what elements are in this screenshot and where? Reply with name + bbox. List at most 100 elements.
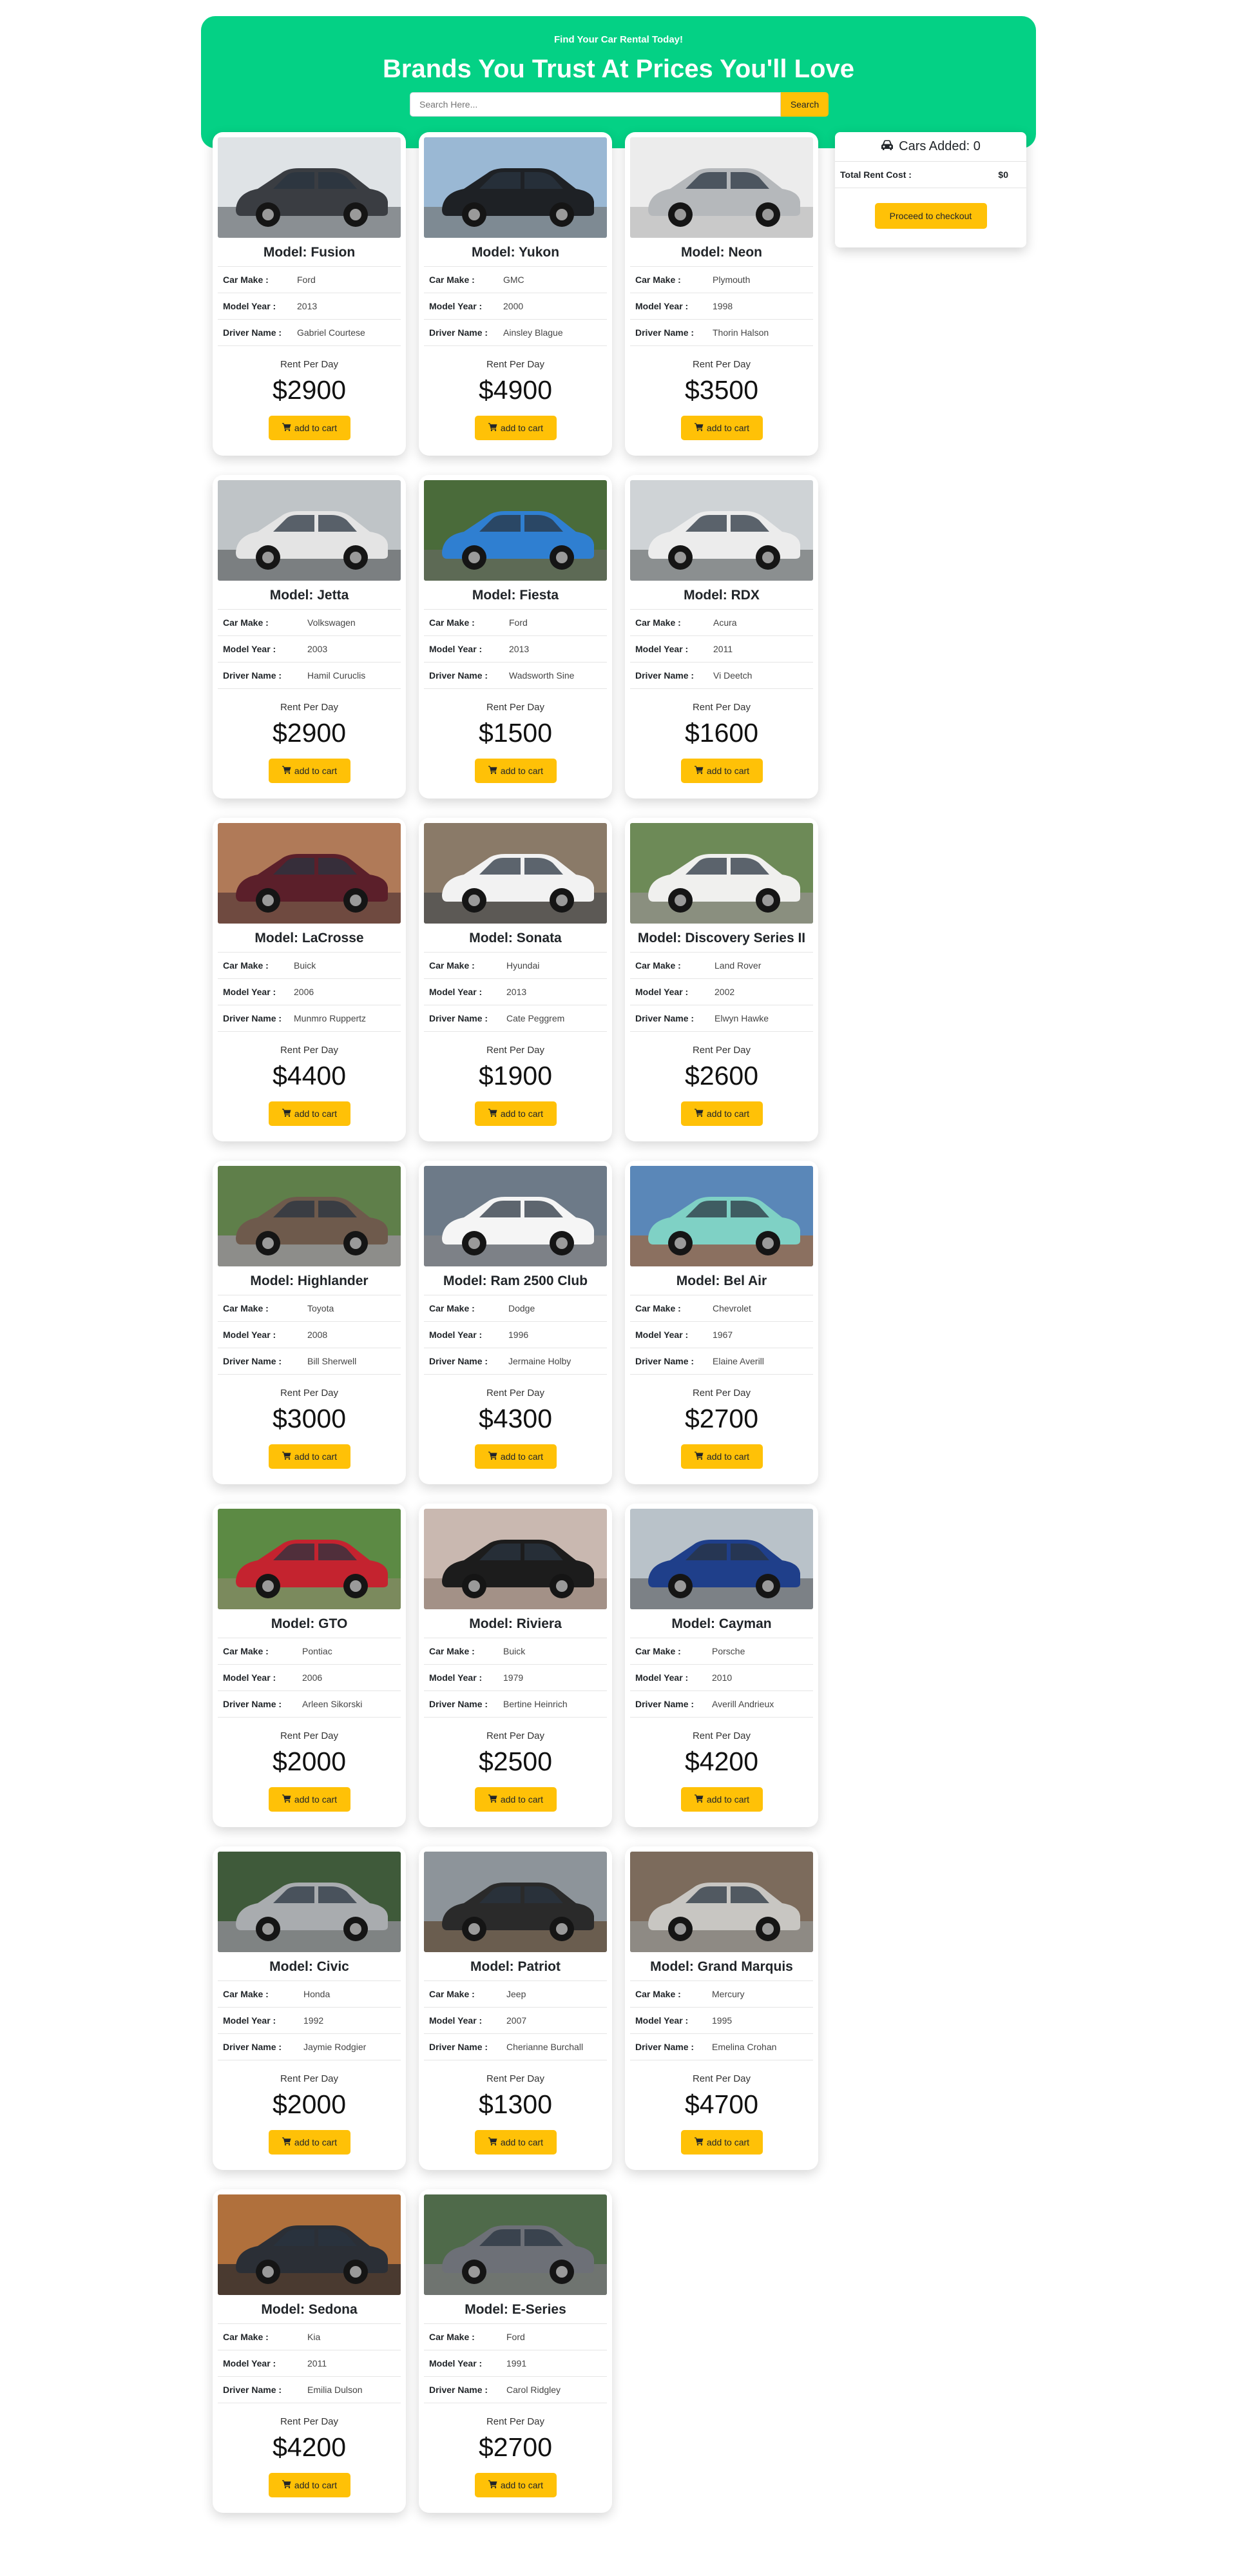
model-year-label: Model Year : [429,2015,483,2026]
car-model-title: Model: Bel Air [676,1273,767,1288]
add-to-cart-button[interactable]: add to cart [475,2473,557,2497]
spec-row-driver: Driver Name : Emelina Crohan [630,2034,813,2060]
cart-summary: Cars Added: 0 Total Rent Cost : $0 Proce… [835,132,1026,247]
car-card: Model: GTO Car Make : Pontiac Model Year : 2… [213,1504,406,1827]
add-to-cart-button[interactable]: add to cart [681,1101,763,1126]
driver-name-label: Driver Name : [635,1013,695,1023]
car-make-value: Kia [307,2332,321,2342]
car-specs: Car Make : Ford Model Year : 2013 Driver Nam… [218,266,401,346]
model-year-label: Model Year : [429,1672,483,1683]
spec-row-driver: Driver Name : Carol Ridgley [424,2377,607,2403]
driver-name-value: Thorin Halson [713,327,769,338]
car-specs: Car Make : Hyundai Model Year : 2013 Driver … [424,952,607,1032]
car-photo-svg [218,1852,401,1952]
rent-price: $4200 [684,1747,758,1776]
rent-per-day-label: Rent Per Day [486,1730,545,1741]
car-card: Model: Fusion Car Make : Ford Model Year : 2… [213,132,406,456]
add-to-cart-button[interactable]: add to cart [681,2130,763,2155]
add-to-cart-button[interactable]: add to cart [475,1787,557,1812]
spec-row-year: Model Year : 2002 [630,979,813,1005]
car-photo [218,137,401,238]
add-to-cart-button[interactable]: add to cart [269,759,350,783]
spec-row-driver: Driver Name : Cate Peggrem [424,1005,607,1032]
car-make-label: Car Make : [223,1989,269,1999]
model-year-value: 1967 [713,1330,733,1340]
car-card: Model: Patriot Car Make : Jeep Model Year :… [419,1846,612,2170]
spec-row-year: Model Year : 1995 [630,2008,813,2034]
total-rent-label: Total Rent Cost : [840,169,912,180]
driver-name-value: Hamil Curuclis [307,670,366,681]
driver-name-value: Vi Deetch [713,670,753,681]
add-to-cart-button[interactable]: add to cart [475,1444,557,1469]
rent-per-day-label: Rent Per Day [280,1045,339,1056]
add-to-cart-button[interactable]: add to cart [269,1101,350,1126]
car-make-value: Ford [506,2332,525,2342]
add-to-cart-button[interactable]: add to cart [475,1101,557,1126]
rent-price: $1600 [684,718,758,748]
add-to-cart-button[interactable]: add to cart [269,2473,350,2497]
car-make-value: Hyundai [506,960,540,971]
model-year-value: 2003 [307,644,328,654]
car-make-value: Mercury [712,1989,745,1999]
spec-row-make: Car Make : Buick [218,953,401,979]
add-to-cart-button[interactable]: add to cart [475,759,557,783]
driver-name-value: Ainsley Blague [503,327,563,338]
add-to-cart-button[interactable]: add to cart [269,1444,350,1469]
checkout-button[interactable]: Proceed to checkout [874,203,987,229]
car-specs: Car Make : Buick Model Year : 1979 Driver Na… [424,1638,607,1718]
search-button[interactable]: Search [781,92,829,117]
car-photo-svg [218,480,401,581]
driver-name-value: Averill Andrieux [712,1699,774,1709]
spec-row-make: Car Make : Porsche [630,1638,813,1665]
rent-price: $2900 [272,375,346,405]
rent-price: $1900 [478,1061,552,1090]
car-photo-svg [630,137,813,238]
driver-name-value: Jermaine Holby [508,1356,571,1366]
rent-price: $2600 [684,1061,758,1090]
car-model-title: Model: GTO [271,1616,348,1631]
spec-row-driver: Driver Name : Gabriel Courtese [218,320,401,346]
add-to-cart-button[interactable]: add to cart [681,1787,763,1812]
spec-row-driver: Driver Name : Elwyn Hawke [630,1005,813,1032]
car-specs: Car Make : Porsche Model Year : 2010 Driver … [630,1638,813,1718]
add-to-cart-label: add to cart [706,1451,750,1462]
add-to-cart-button[interactable]: add to cart [475,2130,557,2155]
car-specs: Car Make : Mercury Model Year : 1995 Driver … [630,1980,813,2060]
rent-per-day-label: Rent Per Day [486,702,545,713]
hero-headline: Brands You Trust At Prices You'll Love [383,55,854,83]
spec-row-make: Car Make : Ford [218,267,401,293]
add-to-cart-button[interactable]: add to cart [681,1444,763,1469]
add-to-cart-button[interactable]: add to cart [269,1787,350,1812]
driver-name-value: Elwyn Hawke [714,1013,769,1023]
rent-price: $2000 [272,1747,346,1776]
spec-row-year: Model Year : 1979 [424,1665,607,1691]
car-model-title: Model: Neon [681,245,762,260]
add-to-cart-label: add to cart [294,2137,338,2147]
driver-name-label: Driver Name : [223,1356,282,1366]
add-to-cart-button[interactable]: add to cart [269,2130,350,2155]
car-model-title: Model: RDX [684,588,760,603]
add-to-cart-label: add to cart [294,1794,338,1805]
add-to-cart-button[interactable]: add to cart [681,416,763,440]
driver-name-label: Driver Name : [635,670,695,681]
add-to-cart-button[interactable]: add to cart [269,416,350,440]
spec-row-make: Car Make : Plymouth [630,267,813,293]
car-photo [630,137,813,238]
car-make-value: Toyota [307,1303,334,1313]
model-year-label: Model Year : [223,2358,276,2368]
car-photo-svg [218,823,401,924]
cart-header: Cars Added: 0 [835,132,1026,162]
search-input[interactable] [410,92,781,117]
add-to-cart-label: add to cart [500,1451,544,1462]
rent-price: $2500 [478,1747,552,1776]
add-to-cart-button[interactable]: add to cart [681,759,763,783]
driver-name-label: Driver Name : [429,670,488,681]
car-card: Model: Ram 2500 Club Car Make : Dodge Model… [419,1161,612,1484]
add-to-cart-label: add to cart [706,2137,750,2147]
add-to-cart-label: add to cart [294,1109,338,1119]
shopping-cart-icon [282,2480,294,2490]
car-model-title: Model: Sedona [261,2302,358,2317]
car-photo-svg [424,1166,607,1266]
spec-row-year: Model Year : 2007 [424,2008,607,2034]
add-to-cart-button[interactable]: add to cart [475,416,557,440]
